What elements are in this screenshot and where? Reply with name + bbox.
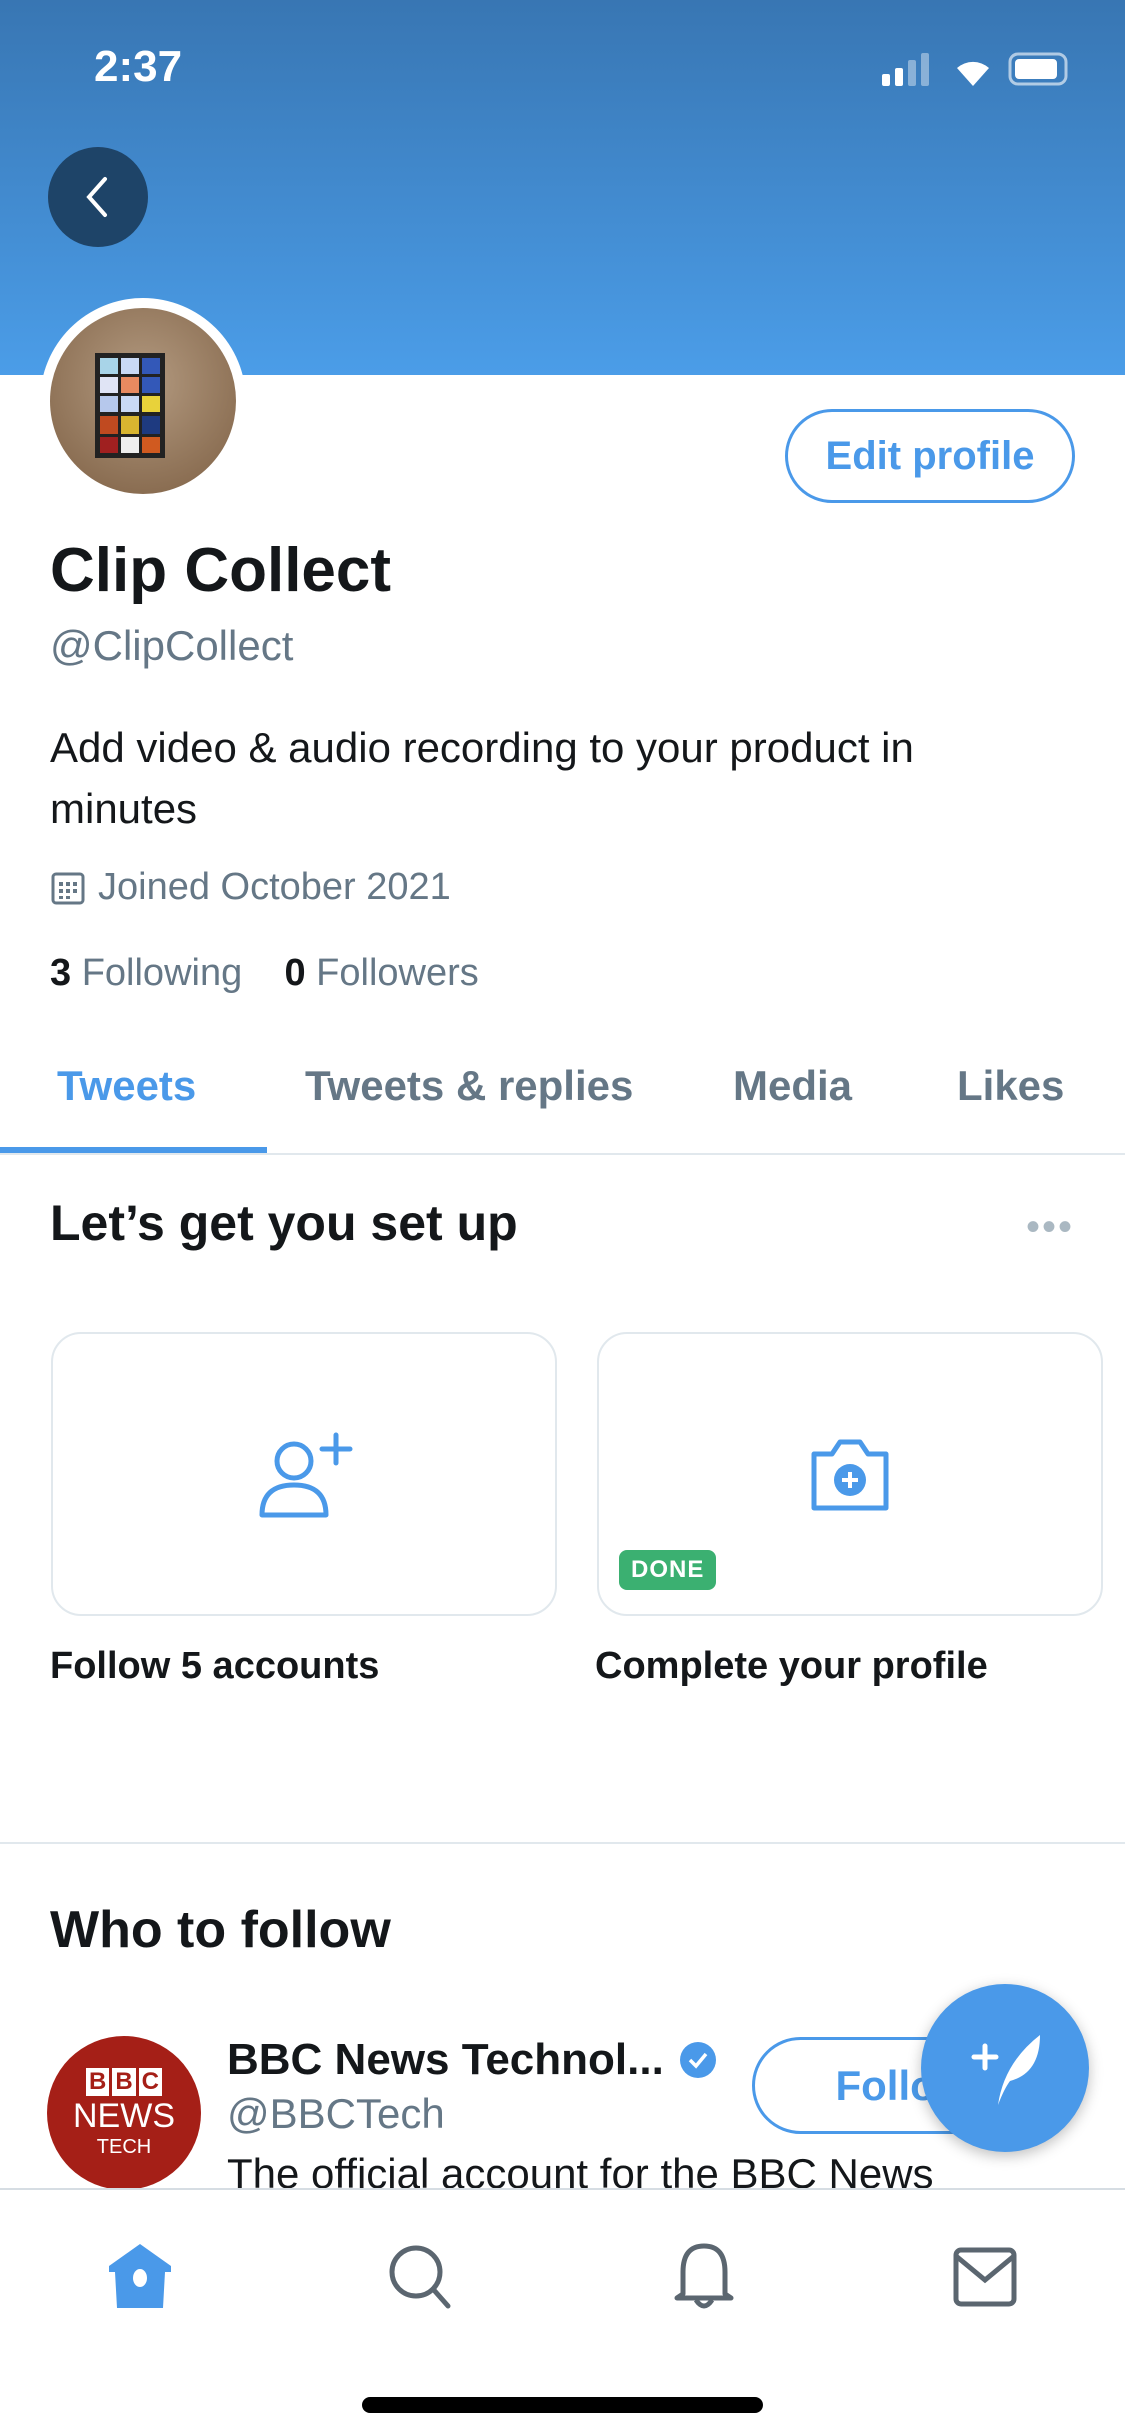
profile-name: Clip Collect [50, 536, 392, 605]
divider [0, 1842, 1125, 1844]
more-icon[interactable]: ••• [1026, 1205, 1074, 1250]
status-icons [882, 52, 1068, 86]
card-label: Complete your profile [595, 1645, 988, 1687]
divider [0, 1153, 1125, 1155]
account-description: The official account for the BBC News [227, 2150, 934, 2188]
home-icon[interactable] [105, 2242, 175, 2312]
verified-badge-icon [679, 2042, 716, 2078]
tab-likes[interactable]: Likes [957, 1062, 1064, 1110]
setup-title: Let’s get you set up [50, 1195, 518, 1251]
account-handle: @BBCTech [227, 2090, 445, 2137]
messages-icon[interactable] [950, 2242, 1020, 2312]
compose-feather-icon [971, 2035, 1040, 2105]
add-user-icon [259, 1432, 353, 1518]
done-badge: DONE [619, 1550, 717, 1590]
profile-handle: @ClipCollect [50, 622, 294, 669]
tab-tweets-replies[interactable]: Tweets & replies [305, 1062, 633, 1110]
back-button[interactable] [48, 147, 148, 247]
avatar-image [50, 308, 236, 494]
notifications-icon[interactable] [669, 2242, 739, 2312]
calendar-icon [51, 872, 85, 904]
joined-date: Joined October 2021 [50, 866, 451, 909]
search-icon[interactable] [386, 2242, 456, 2312]
who-to-follow-title: Who to follow [50, 1901, 391, 1959]
complete-profile-card[interactable]: DONE [597, 1332, 1103, 1616]
compose-tweet-button[interactable] [921, 1984, 1089, 2152]
account-name[interactable]: BBC News Technol... [227, 2035, 718, 2085]
profile-bio-line: Add video & audio recording to your prod… [50, 724, 914, 771]
card-label: Follow 5 accounts [50, 1645, 380, 1687]
chevron-left-icon [86, 177, 107, 217]
bbc-logo-tech: TECH [96, 2135, 152, 2158]
home-indicator [362, 2397, 763, 2413]
avatar[interactable] [40, 298, 246, 504]
bbc-logo-news: NEWS [73, 2096, 175, 2135]
following-link[interactable]: 3 Following [50, 952, 242, 994]
followers-link[interactable]: 0 Followers [284, 952, 478, 994]
follow-accounts-card[interactable] [51, 1332, 557, 1616]
tab-tweets[interactable]: Tweets [57, 1062, 196, 1110]
account-avatar[interactable]: BBC NEWS TECH [47, 2036, 201, 2190]
camera-plus-icon [811, 1439, 889, 1511]
edit-profile-button[interactable]: Edit profile [785, 409, 1075, 503]
profile-bio-line: minutes [50, 785, 198, 832]
bbc-logo: BBC [85, 2067, 163, 2096]
joined-text: Joined October 2021 [98, 866, 451, 908]
tab-media[interactable]: Media [733, 1062, 852, 1110]
status-time: 2:37 [94, 42, 183, 91]
follow-stats: 3 Following 0 Followers [50, 952, 479, 995]
